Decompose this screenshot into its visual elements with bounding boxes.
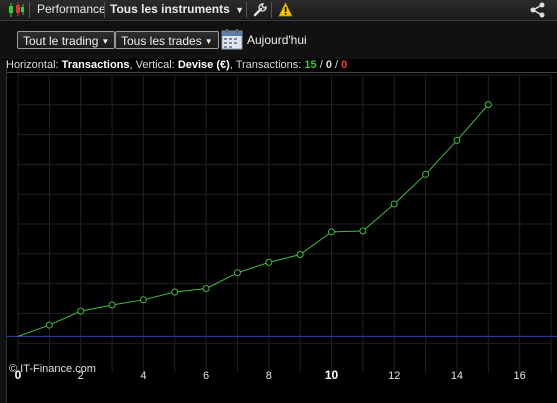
performance-chart[interactable]: 0 2 4 6 8 10 12 14 16	[6, 72, 557, 382]
data-point	[390, 200, 398, 208]
separator: /	[331, 59, 342, 71]
data-point	[139, 296, 147, 304]
x-tick-label: 4	[140, 370, 146, 381]
trades-filter-label: Tous les trades	[121, 34, 202, 48]
top-bar: Performance Tous les instruments ▼	[0, 0, 557, 21]
trading-filter-dropdown[interactable]: Tout le trading ▼	[17, 31, 116, 49]
data-point	[233, 269, 241, 277]
page-title: Performance	[37, 2, 106, 16]
transactions-losing: 0	[341, 59, 348, 71]
calendar-icon[interactable]	[221, 28, 243, 50]
data-point	[171, 288, 179, 296]
trades-filter-dropdown[interactable]: Tous les trades ▼	[115, 31, 219, 49]
vertical-prefix: , Vertical:	[129, 59, 175, 71]
data-point	[422, 170, 430, 178]
x-tick-label: 12	[388, 370, 400, 381]
trading-filter-label: Tout le trading	[23, 34, 99, 48]
watermark: © IT-Finance.com	[9, 363, 96, 375]
x-tick-label: 10	[325, 368, 339, 381]
filter-toolbar: Tout le trading ▼ Tous les trades ▼ Aujour…	[0, 21, 557, 59]
x-tick-label: 16	[514, 370, 526, 381]
chevron-down-icon: ▼	[235, 5, 245, 15]
divider	[246, 2, 247, 18]
instrument-selector-label: Tous les instruments	[110, 2, 230, 16]
left-scale-strip	[0, 60, 7, 403]
horizontal-value: Transactions	[61, 59, 130, 71]
chart-svg: 0 2 4 6 8 10 12 14 16	[6, 74, 557, 382]
data-point	[77, 307, 85, 315]
date-label[interactable]: Aujourd'hui	[247, 33, 307, 47]
x-tick-label: 14	[451, 370, 463, 381]
data-point	[296, 250, 304, 258]
transactions-prefix: , Transactions:	[229, 59, 302, 71]
divider	[104, 2, 105, 18]
candlestick-icon[interactable]	[6, 0, 26, 20]
chart-info-bar: Horizontal: Transactions, Vertical: Devi…	[6, 59, 347, 72]
chevron-down-icon: ▼	[204, 37, 213, 46]
warning-icon[interactable]	[278, 2, 293, 22]
x-tick-label: 8	[266, 370, 272, 381]
wrench-icon[interactable]	[252, 2, 268, 22]
divider	[29, 2, 30, 18]
data-point	[202, 284, 210, 292]
data-point	[453, 136, 461, 144]
transactions-total: 15	[304, 59, 317, 71]
data-point	[265, 258, 273, 266]
x-tick-label: 6	[203, 370, 209, 381]
data-point	[45, 321, 53, 329]
chevron-down-icon: ▼	[101, 37, 110, 46]
data-point	[359, 227, 367, 235]
data-point	[108, 301, 116, 309]
divider	[271, 2, 272, 18]
horizontal-prefix: Horizontal:	[6, 59, 59, 71]
share-icon[interactable]	[529, 1, 547, 21]
vertical-value: Devise (€)	[177, 59, 230, 71]
separator: /	[316, 59, 326, 71]
data-point	[484, 101, 492, 109]
instrument-selector[interactable]: Tous les instruments ▼	[110, 0, 244, 20]
equity-series-line	[17, 104, 489, 337]
data-point	[328, 228, 336, 236]
